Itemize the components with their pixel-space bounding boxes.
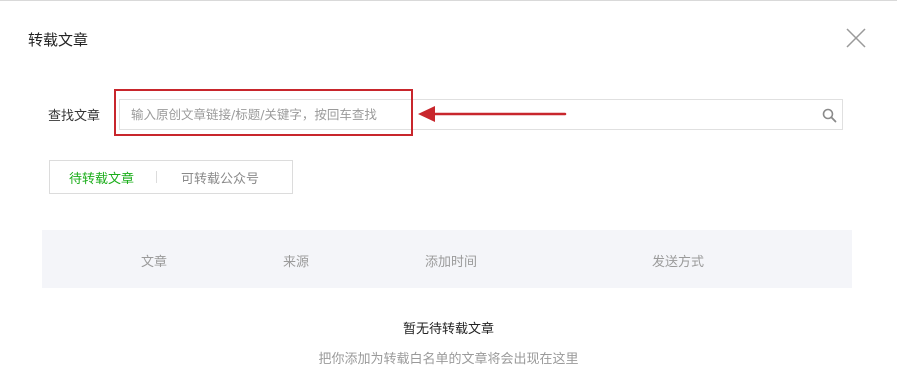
dialog-title: 转载文章 [28,31,89,49]
empty-state-description: 把你添加为转载白名单的文章将会出现在这里 [318,352,579,367]
search-label: 查找文章 [48,109,101,124]
search-icon[interactable] [822,108,837,123]
column-header-article: 文章 [141,255,168,270]
repost-article-dialog: 转载文章 查找文章 待转载文章 可转载公众号 文章 来源 添加时间 发送方式 暂… [0,0,897,367]
table-header: 文章 来源 添加时间 发送方式 [42,230,852,288]
column-header-added-time: 添加时间 [425,255,478,270]
tab-repostable-accounts[interactable]: 可转载公众号 [157,161,259,193]
empty-state-title: 暂无待转载文章 [402,322,494,337]
tab-pending-articles[interactable]: 待转载文章 [50,161,156,193]
close-icon [846,28,866,48]
column-header-send-method: 发送方式 [652,255,705,270]
column-header-source: 来源 [283,255,310,270]
search-input[interactable] [120,100,810,129]
tab-bar: 待转载文章 可转载公众号 [49,160,293,194]
close-button[interactable] [845,27,867,49]
search-box [119,99,843,130]
